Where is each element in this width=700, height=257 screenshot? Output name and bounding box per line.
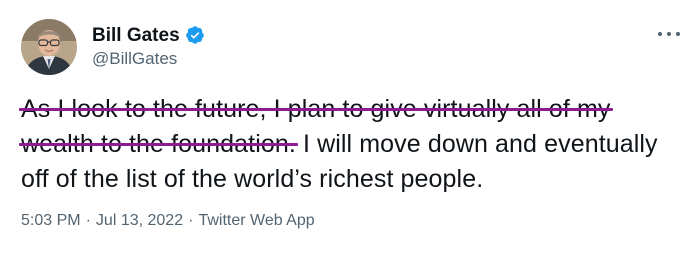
name-row: Bill Gates	[92, 24, 205, 46]
avatar[interactable]	[21, 19, 77, 75]
more-dot-icon	[676, 32, 680, 36]
author-display-name[interactable]: Bill Gates	[92, 26, 180, 45]
tweet-date[interactable]: Jul 13, 2022	[96, 212, 183, 230]
more-dot-icon	[667, 32, 671, 36]
meta-separator: ·	[85, 212, 91, 229]
tweet-time[interactable]: 5:03 PM	[21, 212, 81, 230]
strike-line	[19, 108, 613, 111]
avatar-image	[21, 19, 77, 75]
tweet-card[interactable]: Bill Gates @BillGates As I look to the f…	[0, 0, 700, 257]
strike-line	[19, 143, 298, 146]
author-handle[interactable]: @BillGates	[92, 50, 205, 67]
tweet-source[interactable]: Twitter Web App	[198, 212, 314, 230]
tweet-meta: 5:03 PM · Jul 13, 2022 · Twitter Web App	[21, 212, 315, 230]
verified-badge-icon	[185, 25, 205, 45]
tweet-text: As I look to the future, I plan to give …	[19, 92, 686, 197]
meta-separator: ·	[188, 212, 194, 229]
more-dot-icon	[658, 32, 662, 36]
tweet-author: Bill Gates @BillGates	[92, 24, 205, 67]
more-options-button[interactable]	[658, 28, 680, 40]
